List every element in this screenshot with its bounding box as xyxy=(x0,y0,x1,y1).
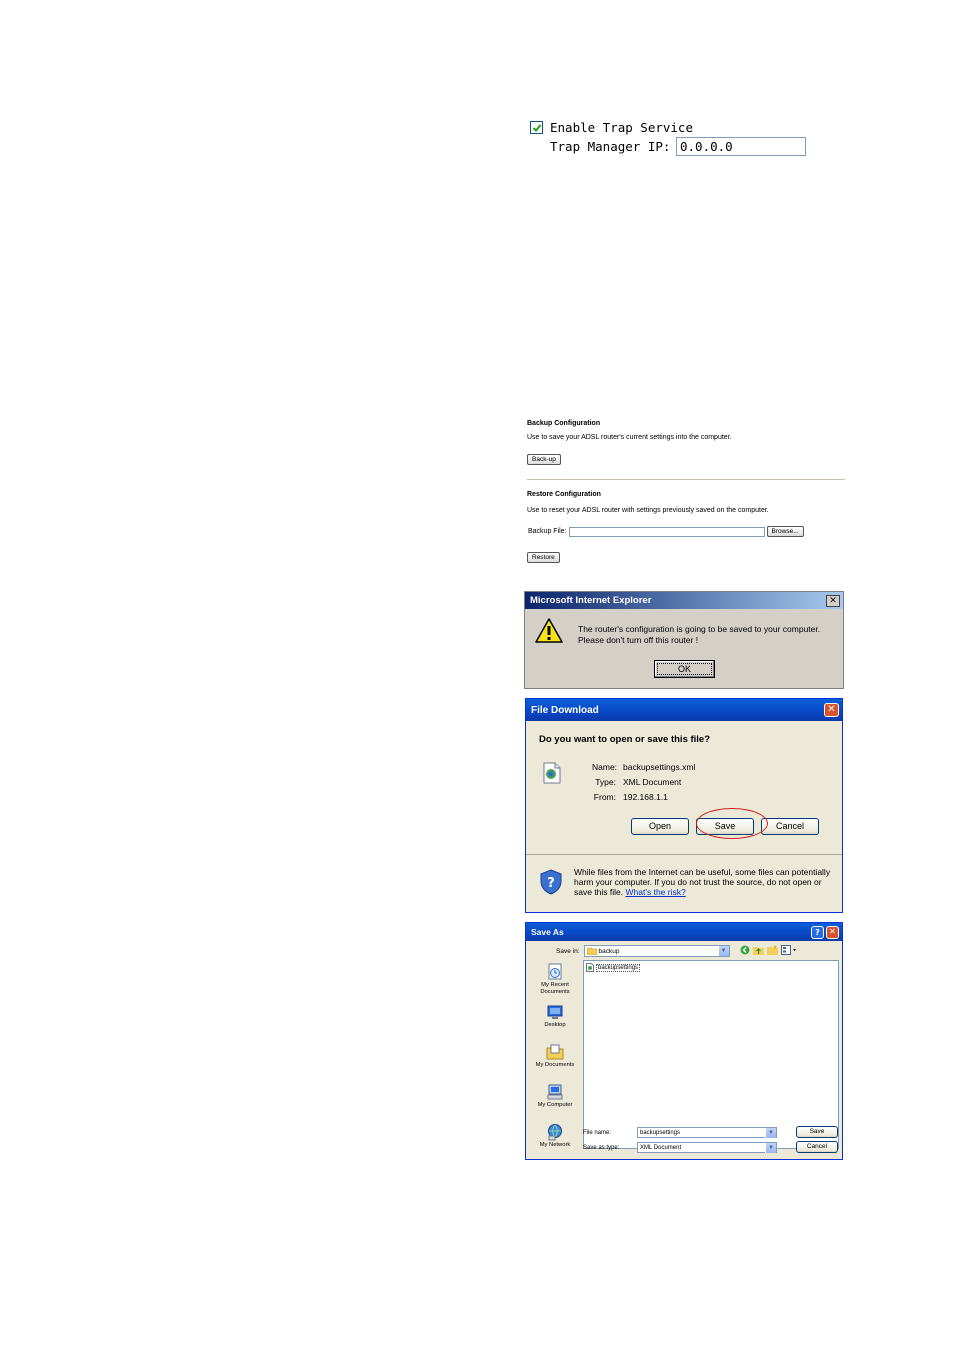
ie-alert-title: Microsoft Internet Explorer xyxy=(530,595,652,606)
save-type-label: Save as type: xyxy=(583,1144,620,1151)
browse-button[interactable]: Browse... xyxy=(766,526,804,537)
list-item[interactable]: backupsettings xyxy=(586,963,641,972)
file-download-title: File Download xyxy=(531,704,599,716)
place-label: My Documents xyxy=(535,1062,575,1068)
help-icon[interactable]: ? xyxy=(811,925,824,939)
close-icon[interactable]: ✕ xyxy=(824,703,839,717)
download-question: Do you want to open or save this file? xyxy=(539,734,711,745)
save-as-title: Save As xyxy=(531,927,564,937)
open-button[interactable]: Open xyxy=(631,818,689,835)
save-as-dialog: Save As ? ✕ Save in: backup ▼ My Recent … xyxy=(525,922,843,1160)
save-as-cancel-button[interactable]: Cancel xyxy=(796,1141,838,1153)
file-list[interactable]: backupsettings xyxy=(583,960,839,1149)
place-label: My Recent Documents xyxy=(540,982,570,995)
file-download-dialog: File Download ✕ Do you want to open or s… xyxy=(525,698,843,913)
file-download-titlebar: File Download ✕ xyxy=(526,699,842,721)
close-icon[interactable]: ✕ xyxy=(826,925,839,939)
check-icon xyxy=(532,123,542,132)
restore-title: Restore Configuration xyxy=(527,491,601,498)
place-label: My Network xyxy=(539,1142,571,1148)
download-warning: While files from the Internet can be use… xyxy=(574,867,834,897)
config-panel: Backup Configuration Use to save your AD… xyxy=(527,418,845,563)
save-type-dropdown[interactable]: XML Document ▼ xyxy=(637,1142,777,1153)
whats-the-risk-link[interactable]: What's the risk? xyxy=(626,887,686,897)
place-label: Desktop xyxy=(544,1022,566,1028)
new-folder-icon[interactable] xyxy=(767,945,778,955)
chevron-down-icon: ▼ xyxy=(765,1127,776,1138)
xml-file-icon xyxy=(586,963,594,972)
save-in-value: backup xyxy=(598,947,620,955)
file-from-value: 192.168.1.1 xyxy=(623,792,668,802)
warning-line2: harm your computer. If you do not trust … xyxy=(574,877,822,887)
save-in-dropdown[interactable]: backup ▼ xyxy=(583,945,730,957)
backup-file-label: Backup File: xyxy=(528,528,567,535)
file-type-value: XML Document xyxy=(623,777,682,787)
ie-alert-line1: The router's configuration is going to b… xyxy=(578,624,821,634)
save-in-label: Save in: xyxy=(556,947,580,955)
places-bar: My Recent Documents Desktop My Documents… xyxy=(529,961,581,1159)
restore-button[interactable]: Restore xyxy=(527,552,560,563)
file-name-label: File name: xyxy=(583,1129,612,1136)
views-menu-icon[interactable] xyxy=(781,945,797,955)
backup-title: Backup Configuration xyxy=(527,420,601,427)
up-folder-icon[interactable] xyxy=(753,945,764,955)
xml-file-icon xyxy=(543,762,561,784)
place-my-network[interactable]: My Network xyxy=(529,1121,581,1159)
my-documents-icon xyxy=(546,1044,564,1060)
warning-line1: While files from the Internet can be use… xyxy=(574,867,831,877)
ok-button[interactable]: OK xyxy=(654,660,715,678)
desktop-icon xyxy=(547,1005,563,1019)
my-network-icon xyxy=(548,1124,562,1141)
warning-icon xyxy=(535,618,563,643)
save-highlight-ring xyxy=(696,808,768,839)
recent-documents-icon xyxy=(548,963,562,980)
name-label: Name: xyxy=(592,762,618,772)
ie-alert-message: The router's configuration is going to b… xyxy=(578,624,820,646)
type-label: Type: xyxy=(595,777,616,787)
place-desktop[interactable]: Desktop xyxy=(529,1001,581,1041)
save-as-toolbar xyxy=(740,945,797,955)
warning-line3: save this file. xyxy=(574,887,624,897)
place-my-documents[interactable]: My Documents xyxy=(529,1041,581,1081)
save-as-titlebar: Save As ? ✕ xyxy=(526,923,842,941)
close-icon[interactable]: ✕ xyxy=(826,594,840,607)
ie-alert-dialog: Microsoft Internet Explorer ✕ The router… xyxy=(524,591,844,689)
file-name-value: backupsettings xyxy=(640,1129,681,1136)
place-label: My Computer xyxy=(537,1102,573,1108)
folder-icon xyxy=(586,947,597,955)
place-my-computer[interactable]: My Computer xyxy=(529,1081,581,1121)
trap-manager-label: Trap Manager IP: xyxy=(550,139,671,154)
shield-icon: ? xyxy=(540,869,562,895)
file-metadata: Name: backupsettings.xml Type: XML Documen… xyxy=(592,760,695,805)
chevron-down-icon: ▼ xyxy=(765,1142,776,1153)
enable-trap-checkbox[interactable] xyxy=(530,120,543,134)
svg-text:?: ? xyxy=(547,876,555,891)
enable-trap-label: Enable Trap Service xyxy=(550,119,693,135)
from-label: From: xyxy=(593,792,616,802)
backup-file-input[interactable] xyxy=(568,526,765,537)
save-type-value: XML Document xyxy=(640,1144,682,1151)
ie-alert-line2: Please don't turn off this router ! xyxy=(578,635,699,645)
section-divider xyxy=(527,479,845,480)
back-icon[interactable] xyxy=(740,945,750,955)
ie-alert-titlebar: Microsoft Internet Explorer ✕ xyxy=(525,592,843,609)
trap-manager-ip-input[interactable]: 0.0.0.0 xyxy=(676,137,806,156)
my-computer-icon xyxy=(547,1084,563,1100)
place-my-recent-documents[interactable]: My Recent Documents xyxy=(529,961,581,1001)
chevron-down-icon: ▼ xyxy=(717,946,729,956)
save-as-save-button[interactable]: Save xyxy=(796,1126,838,1138)
file-item-name: backupsettings xyxy=(596,963,641,972)
dialog-separator xyxy=(526,854,842,855)
cancel-button[interactable]: Cancel xyxy=(761,818,819,835)
backup-button[interactable]: Back-up xyxy=(527,454,561,465)
file-name-input[interactable]: backupsettings ▼ xyxy=(637,1127,777,1138)
restore-description: Use to reset your ADSL router with setti… xyxy=(527,507,769,514)
trap-service-section: Enable Trap Service Trap Manager IP: 0.0… xyxy=(530,118,806,156)
backup-description: Use to save your ADSL router's current s… xyxy=(527,434,732,441)
file-name-value: backupsettings.xml xyxy=(623,762,696,772)
